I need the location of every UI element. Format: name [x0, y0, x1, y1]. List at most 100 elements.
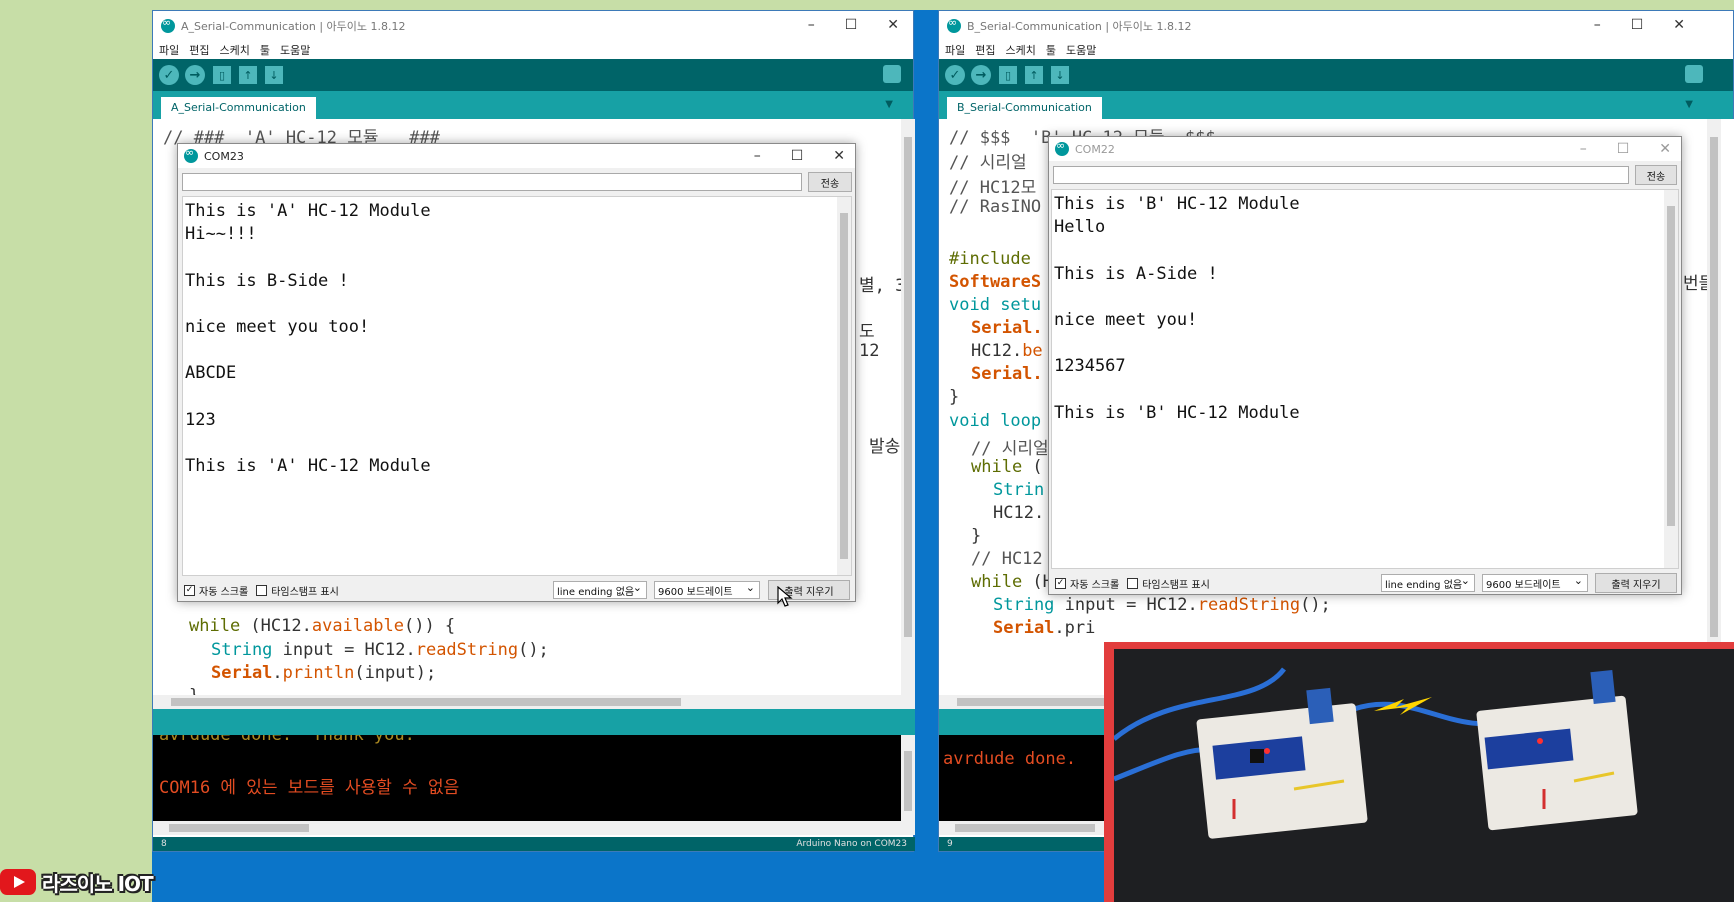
tab-a-serial-communication[interactable]: A_Serial-Communication: [161, 97, 316, 119]
new-sketch-icon[interactable]: ▯: [999, 66, 1017, 84]
menu-edit[interactable]: 편집: [189, 42, 209, 58]
serial-output-line: Hi~~!!!: [185, 224, 257, 245]
save-sketch-icon[interactable]: ↓: [1051, 66, 1069, 84]
menu-sketch[interactable]: 스케치: [220, 42, 250, 58]
menu-help[interactable]: 도움말: [280, 42, 310, 58]
tab-menu-icon[interactable]: ▼: [885, 99, 893, 110]
close-icon[interactable]: ✕: [833, 148, 845, 164]
code-line: String input = HC12.readString();: [211, 640, 549, 660]
menu-help[interactable]: 도움말: [1066, 42, 1096, 58]
code-line: Serial.: [971, 318, 1043, 338]
console-line: avrdude done.: [943, 749, 1077, 769]
code-line: }: [971, 526, 982, 546]
serial-output-line: 123: [185, 409, 216, 430]
serial-send-input[interactable]: [182, 173, 802, 191]
menu-file[interactable]: 파일: [945, 42, 965, 58]
console-vscrollbar[interactable]: [901, 735, 915, 821]
minimize-icon[interactable]: –: [808, 17, 815, 33]
code-line: // 시리얼: [949, 153, 1027, 173]
upload-icon[interactable]: →: [185, 65, 205, 85]
serial-monitor-icon[interactable]: [883, 65, 901, 83]
editor-hscrollbar[interactable]: [153, 695, 915, 709]
code-line: // HC12: [971, 549, 1043, 569]
menu-tools[interactable]: 툴: [260, 42, 270, 58]
window-b-titlebar[interactable]: B_Serial-Communication | 아두이노 1.8.12 – ☐…: [939, 11, 1733, 41]
save-sketch-icon[interactable]: ↓: [265, 66, 283, 84]
serial-send-button[interactable]: 전송: [1635, 165, 1677, 185]
autoscroll-checkbox[interactable]: ✓: [184, 585, 195, 596]
close-icon[interactable]: ✕: [1659, 141, 1671, 157]
serial-monitor-title: COM23: [204, 149, 244, 163]
serial-monitor-titlebar[interactable]: COM23 – ☐ ✕: [178, 144, 855, 168]
code-line: HC12.be: [971, 341, 1043, 361]
editor-console-divider[interactable]: [153, 709, 915, 735]
code-fragment: 발송: [869, 437, 901, 457]
minimize-icon[interactable]: –: [1594, 17, 1601, 33]
window-b-menubar: 파일 편집 스케치 툴 도움말: [939, 41, 1733, 59]
line-ending-select[interactable]: line ending 없음: [1381, 574, 1475, 592]
left-desktop-strip: [0, 0, 152, 902]
new-sketch-icon[interactable]: ▯: [213, 66, 231, 84]
close-icon[interactable]: ✕: [1673, 17, 1685, 33]
timestamp-checkbox[interactable]: [1127, 578, 1139, 589]
serial-output-line: This is A-Side !: [1054, 263, 1218, 284]
menu-edit[interactable]: 편집: [975, 42, 995, 58]
timestamp-label: 타임스탬프 표시: [1142, 580, 1210, 591]
timestamp-checkbox[interactable]: [256, 585, 268, 596]
maximize-icon[interactable]: ☐: [845, 17, 858, 33]
serial-monitor-titlebar[interactable]: COM22 – ☐ ✕: [1049, 137, 1681, 161]
hardware-photo: [1104, 642, 1734, 902]
minimize-icon[interactable]: –: [754, 148, 761, 164]
console-hscrollbar[interactable]: [153, 821, 915, 835]
code-line: Serial.pri: [993, 618, 1096, 638]
maximize-icon[interactable]: ☐: [1631, 17, 1644, 33]
serial-monitor-icon[interactable]: [1685, 65, 1703, 83]
timestamp-label: 타임스탬프 표시: [271, 587, 339, 598]
autoscroll-row: ✓ 자동 스크롤 타임스탬프 표시: [1055, 576, 1210, 591]
status-line-number: 9: [947, 839, 953, 849]
line-ending-select[interactable]: line ending 없음: [553, 581, 647, 599]
open-sketch-icon[interactable]: ↑: [239, 66, 257, 84]
window-b-toolbar: ✓ → ▯ ↑ ↓: [939, 59, 1733, 91]
code-line: // RasINO: [949, 197, 1042, 217]
desktop-top-strip: [152, 0, 1734, 10]
serial-output-vscrollbar[interactable]: [837, 197, 851, 575]
verify-icon[interactable]: ✓: [159, 65, 179, 85]
console-a: avrdude done. Thank you. COM16 에 있는 보드를 …: [153, 735, 915, 835]
editor-vscrollbar[interactable]: [901, 119, 915, 695]
serial-output-line: ABCDE: [185, 363, 237, 384]
code-line: while (: [971, 457, 1043, 477]
code-line: Serial.: [971, 364, 1043, 384]
serial-output-vscrollbar[interactable]: [1664, 190, 1678, 568]
clear-output-button[interactable]: 출력 지우기: [1595, 573, 1677, 593]
maximize-icon[interactable]: ☐: [791, 148, 804, 164]
serial-output-line: This is 'B' HC-12 Module: [1054, 194, 1300, 214]
baud-rate-select[interactable]: 9600 보드레이트: [654, 581, 760, 599]
menu-sketch[interactable]: 스케치: [1006, 42, 1036, 58]
close-icon[interactable]: ✕: [887, 17, 899, 33]
window-a-titlebar[interactable]: A_Serial-Communication | 아두이노 1.8.12 – ☐…: [153, 11, 913, 41]
autoscroll-checkbox[interactable]: ✓: [1055, 578, 1066, 589]
arduino-icon: [947, 16, 961, 33]
maximize-icon[interactable]: ☐: [1617, 141, 1630, 157]
menu-file[interactable]: 파일: [159, 42, 179, 58]
minimize-icon[interactable]: –: [1580, 141, 1587, 157]
serial-output-b: This is 'B' HC-12 Module Hello This is A-S…: [1051, 189, 1679, 569]
upload-icon[interactable]: →: [971, 65, 991, 85]
serial-send-button[interactable]: 전송: [808, 172, 852, 192]
code-fragment: 12: [859, 341, 880, 361]
menu-tools[interactable]: 툴: [1046, 42, 1056, 58]
autoscroll-label: 자동 스크롤: [199, 587, 249, 598]
tab-b-serial-communication[interactable]: B_Serial-Communication: [947, 97, 1102, 119]
tab-menu-icon[interactable]: ▼: [1685, 99, 1693, 110]
baud-rate-select[interactable]: 9600 보드레이트: [1482, 574, 1588, 592]
serial-output-line: nice meet you too!: [185, 317, 370, 337]
code-fragment: 별, 3: [859, 276, 906, 296]
code-line: HC12.: [993, 503, 1045, 523]
open-sketch-icon[interactable]: ↑: [1025, 66, 1043, 84]
verify-icon[interactable]: ✓: [945, 65, 965, 85]
serial-send-input[interactable]: [1053, 166, 1629, 184]
serial-monitor-title: COM22: [1075, 142, 1115, 156]
serial-output-line: This is 'A' HC-12 Module: [185, 201, 431, 221]
editor-vscrollbar[interactable]: [1707, 119, 1721, 695]
